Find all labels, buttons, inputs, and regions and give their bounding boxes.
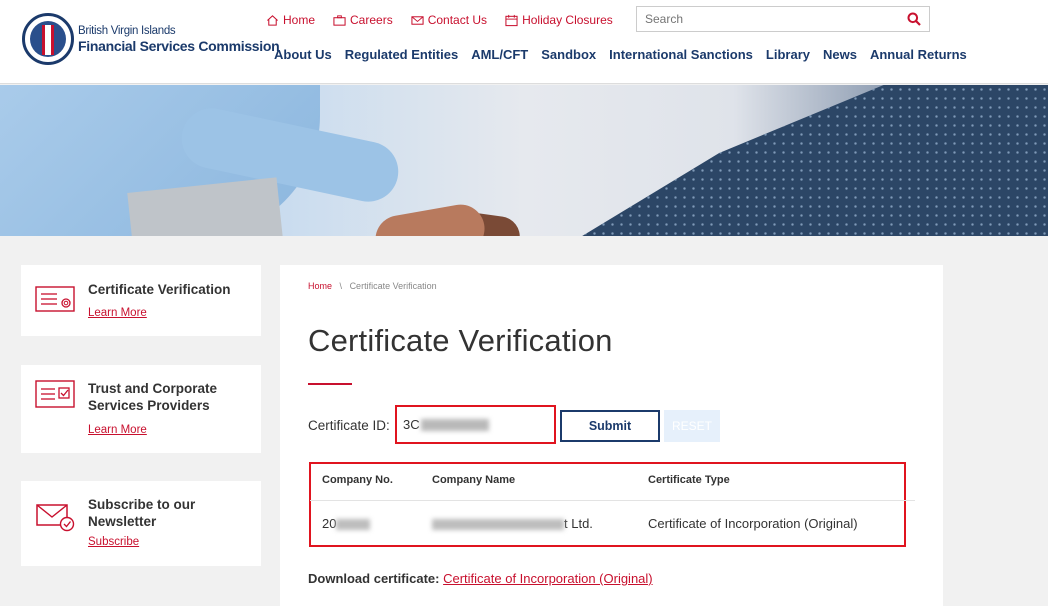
site-logo[interactable]: British Virgin Islands Financial Service… xyxy=(22,13,280,65)
sidebar-title-certificate: Certificate Verification xyxy=(88,282,231,297)
table-divider xyxy=(310,500,915,501)
sidebar-card-certificate: Certificate Verification Learn More xyxy=(21,265,261,336)
briefcase-icon xyxy=(333,14,346,26)
nav-about-us[interactable]: About Us xyxy=(274,47,332,62)
calendar-icon xyxy=(505,14,518,26)
brand-line-2: Financial Services Commission xyxy=(78,37,280,54)
envelope-icon xyxy=(411,15,424,25)
sidebar-card-newsletter: Subscribe to our Newsletter Subscribe xyxy=(21,481,261,566)
column-header-certificate-type: Certificate Type xyxy=(648,474,730,486)
search-input[interactable] xyxy=(637,7,897,31)
sidebar-card-trust: Trust and Corporate Services Providers L… xyxy=(21,365,261,453)
redacted-company-name xyxy=(432,519,564,531)
column-header-company-name: Company Name xyxy=(432,474,516,486)
mail-check-icon xyxy=(36,504,75,532)
hero-banner-image xyxy=(0,85,1048,236)
reset-button[interactable]: RESET xyxy=(664,410,720,442)
nav-aml-cft[interactable]: AML/CFT xyxy=(471,47,528,62)
sidebar-link-subscribe[interactable]: Subscribe xyxy=(88,536,139,548)
nav-library[interactable]: Library xyxy=(766,47,810,62)
utility-label-careers: Careers xyxy=(350,13,393,27)
breadcrumb-home[interactable]: Home xyxy=(308,281,332,291)
download-row: Download certificate: Certificate of Inc… xyxy=(308,571,653,586)
utility-link-holidays[interactable]: Holiday Closures xyxy=(505,13,613,27)
content-panel: Home \ Certificate Verification Certific… xyxy=(280,265,943,606)
main-nav: About Us Regulated Entities AML/CFT Sand… xyxy=(274,47,967,62)
search-box xyxy=(636,6,930,32)
cell-company-name: t Ltd. xyxy=(432,516,593,531)
cell-certificate-type: Certificate of Incorporation (Original) xyxy=(648,516,858,531)
utility-link-careers[interactable]: Careers xyxy=(333,13,393,27)
home-icon xyxy=(267,14,278,26)
download-label: Download certificate: xyxy=(308,571,440,586)
breadcrumb-current: Certificate Verification xyxy=(349,281,437,291)
utility-link-home[interactable]: Home xyxy=(266,13,315,27)
breadcrumb: Home \ Certificate Verification xyxy=(308,281,437,291)
utility-link-contact[interactable]: Contact Us xyxy=(411,13,487,27)
nav-annual-returns[interactable]: Annual Returns xyxy=(870,47,967,62)
cell-company-no: 20 xyxy=(322,516,371,531)
nav-regulated-entities[interactable]: Regulated Entities xyxy=(345,47,458,62)
certificate-icon xyxy=(35,286,75,312)
sidebar-title-trust: Trust and Corporate Services Providers xyxy=(88,381,218,413)
site-header: British Virgin Islands Financial Service… xyxy=(0,0,1048,84)
utility-label-contact: Contact Us xyxy=(427,13,488,27)
breadcrumb-separator: \ xyxy=(339,281,343,291)
page-title: Certificate Verification xyxy=(308,323,613,358)
company-name-suffix: t Ltd. xyxy=(564,516,593,531)
brand-name: British Virgin Islands Financial Service… xyxy=(78,24,280,55)
utility-label-holidays: Holiday Closures xyxy=(522,13,613,27)
utility-nav: Home Careers Contact Us Holiday Closures xyxy=(266,13,613,27)
seal-logo-icon xyxy=(22,13,74,65)
nav-international-sanctions[interactable]: International Sanctions xyxy=(609,47,753,62)
nav-sandbox[interactable]: Sandbox xyxy=(541,47,596,62)
sidebar-link-trust[interactable]: Learn More xyxy=(88,424,147,436)
checklist-icon xyxy=(35,380,75,408)
submit-button[interactable]: Submit xyxy=(560,410,660,442)
redacted-value xyxy=(421,419,489,431)
sidebar-link-certificate[interactable]: Learn More xyxy=(88,307,147,319)
redacted-company-no xyxy=(336,519,371,531)
company-no-text: 20 xyxy=(322,516,337,531)
brand-line-1: British Virgin Islands xyxy=(78,24,176,37)
nav-news[interactable]: News xyxy=(823,47,857,62)
search-icon[interactable] xyxy=(907,12,921,26)
results-highlight xyxy=(309,462,906,547)
title-divider xyxy=(308,383,352,385)
certificate-id-field xyxy=(395,405,556,444)
column-header-company-no: Company No. xyxy=(322,474,393,486)
utility-label-home: Home xyxy=(283,13,316,27)
download-certificate-link[interactable]: Certificate of Incorporation (Original) xyxy=(443,571,653,586)
sidebar-title-newsletter: Subscribe to our Newsletter xyxy=(88,497,196,529)
certificate-id-label: Certificate ID: xyxy=(308,418,390,433)
